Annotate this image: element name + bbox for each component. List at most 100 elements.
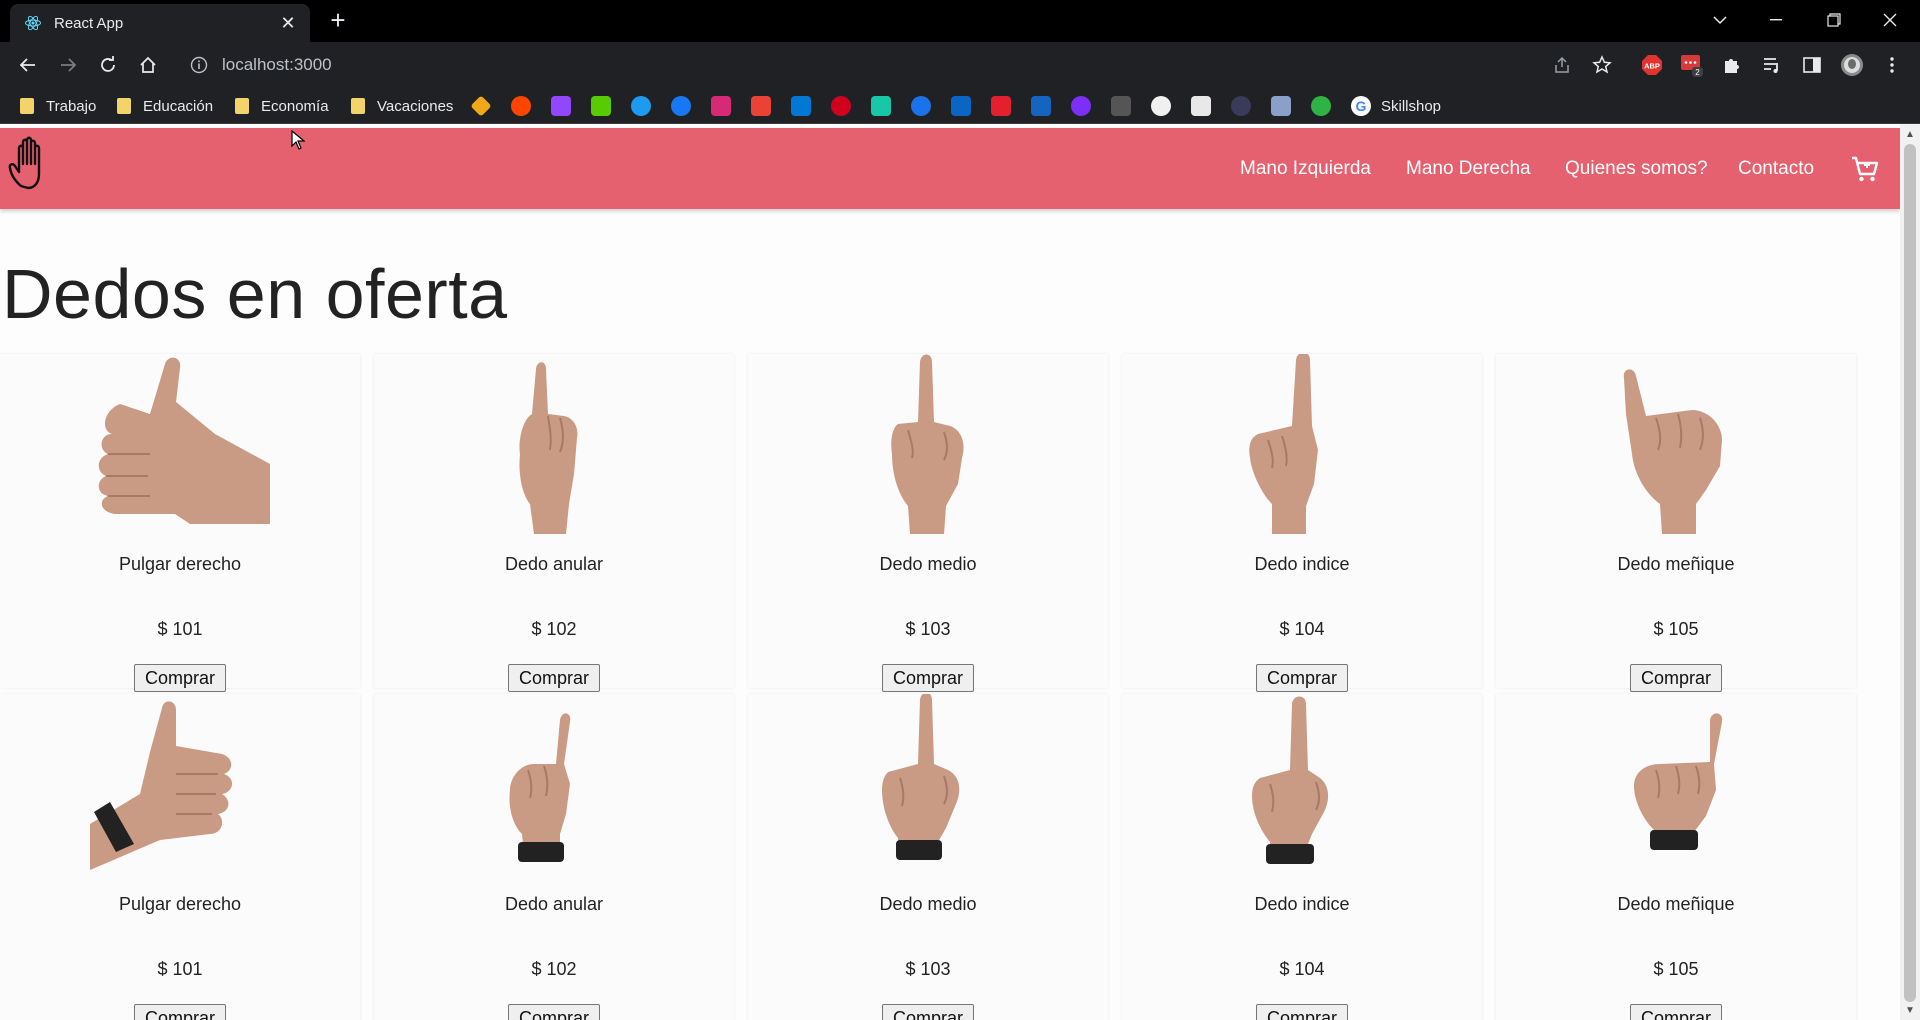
twitter-icon[interactable]: [631, 96, 651, 116]
duolingo-icon[interactable]: [591, 96, 611, 116]
browser-menu-icon[interactable]: [1880, 53, 1904, 77]
nav-quienes-somos[interactable]: Quienes somos?: [1565, 158, 1708, 180]
google-icon: G: [1351, 96, 1371, 116]
ring-finger-hand-icon: [519, 362, 578, 534]
svg-text:ABP: ABP: [1644, 62, 1660, 71]
mouse-cursor-icon: [291, 130, 305, 150]
bookmark-folder-economia[interactable]: Economía: [235, 95, 329, 117]
product-card: Dedo medio $ 103 Comprar: [748, 694, 1108, 1020]
extensions-puzzle-icon[interactable]: [1720, 53, 1744, 77]
bookmark-site-icon[interactable]: [911, 96, 931, 116]
restore-button[interactable]: [1806, 0, 1862, 40]
media-queue-icon[interactable]: [1760, 53, 1784, 77]
middle-finger-hand-icon: [891, 354, 964, 534]
scrollbar-thumb[interactable]: [1904, 144, 1916, 1002]
site-info-icon[interactable]: [188, 54, 210, 76]
comprar-button[interactable]: Comprar: [134, 664, 226, 692]
cart-icon[interactable]: [1850, 154, 1880, 184]
scroll-up-arrow-icon[interactable]: ▲: [1902, 128, 1918, 142]
forward-icon[interactable]: [54, 51, 82, 79]
address-bar[interactable]: localhost:3000: [178, 48, 1638, 82]
adblock-extension-icon[interactable]: ABP: [1640, 53, 1664, 77]
product-card: Pulgar derecho $ 101 Comprar: [0, 694, 360, 1020]
page-viewport: Mano Izquierda Mano Derecha Quienes somo…: [0, 124, 1900, 1020]
comprar-button[interactable]: Comprar: [1256, 664, 1348, 692]
comprar-button[interactable]: Comprar: [1630, 664, 1722, 692]
bookmark-site-icon[interactable]: [1271, 96, 1291, 116]
bookmark-star-icon[interactable]: [1590, 53, 1614, 77]
bookmark-label: Economía: [261, 97, 329, 115]
side-panel-icon[interactable]: [1800, 53, 1824, 77]
bookmark-site-icon[interactable]: [1311, 96, 1331, 116]
notes-extension-icon[interactable]: 2: [1680, 53, 1704, 77]
comprar-button[interactable]: Comprar: [882, 1004, 974, 1020]
reddit-icon[interactable]: [511, 96, 531, 116]
folder-icon: [235, 98, 249, 114]
comprar-button[interactable]: Comprar: [1256, 1004, 1348, 1020]
bookmark-site-icon[interactable]: [871, 96, 891, 116]
product-card: Dedo meñique $ 105 Comprar: [1496, 694, 1856, 1020]
instagram-icon[interactable]: [711, 96, 731, 116]
index-finger-hand-watch-icon: [1252, 696, 1329, 864]
close-window-button[interactable]: [1862, 0, 1918, 40]
product-price: $ 104: [1279, 959, 1325, 979]
url-text: localhost:3000: [222, 55, 332, 74]
outlook-icon[interactable]: [791, 96, 811, 116]
bookmark-site-icon[interactable]: [991, 96, 1011, 116]
product-name: Dedo meñique: [1617, 554, 1735, 574]
facebook-icon[interactable]: [671, 96, 691, 116]
scroll-down-arrow-icon[interactable]: ▼: [1902, 1004, 1918, 1018]
tab-title: React App: [54, 14, 124, 32]
bookmark-site-icon[interactable]: [1191, 96, 1211, 116]
comprar-button[interactable]: Comprar: [1630, 1004, 1722, 1020]
share-icon[interactable]: [1550, 53, 1574, 77]
thumb-up-hand-icon: [98, 357, 270, 524]
react-logo-icon: [24, 14, 42, 32]
comprar-button[interactable]: Comprar: [508, 664, 600, 692]
folder-icon: [117, 98, 131, 114]
product-card: Dedo indice $ 104 Comprar: [1122, 354, 1482, 692]
new-tab-button[interactable]: +: [324, 6, 352, 34]
twitch-icon[interactable]: [551, 96, 571, 116]
reload-icon[interactable]: [94, 51, 122, 79]
product-card: Dedo anular $ 102 Comprar: [374, 694, 734, 1020]
product-name: Dedo medio: [879, 894, 977, 914]
bookmark-site-icon[interactable]: [1231, 96, 1251, 116]
gmail-icon[interactable]: [751, 96, 771, 116]
bookmark-folder-vacaciones[interactable]: Vacaciones: [351, 95, 453, 117]
product-name: Dedo anular: [504, 554, 604, 574]
linkedin-icon[interactable]: [951, 96, 971, 116]
bookmark-folder-educacion[interactable]: Educación: [117, 95, 213, 117]
product-name: Pulgar derecho: [118, 554, 242, 574]
product-card: Dedo medio $ 103 Comprar: [748, 354, 1108, 692]
comprar-button[interactable]: Comprar: [134, 1004, 226, 1020]
profile-avatar[interactable]: [1840, 53, 1864, 77]
comprar-button[interactable]: Comprar: [508, 1004, 600, 1020]
nav-mano-izquierda[interactable]: Mano Izquierda: [1240, 158, 1371, 180]
github-icon[interactable]: [1151, 96, 1171, 116]
bookmark-skillshop[interactable]: G Skillshop: [1351, 95, 1441, 117]
close-tab-icon[interactable]: ✕: [278, 13, 298, 34]
comprar-button[interactable]: Comprar: [882, 664, 974, 692]
bookmark-folder-trabajo[interactable]: Trabajo: [20, 95, 96, 117]
product-name: Dedo anular: [504, 894, 604, 914]
minimize-button[interactable]: [1748, 0, 1804, 40]
product-price: $ 102: [531, 959, 577, 979]
nav-contacto[interactable]: Contacto: [1738, 158, 1814, 180]
bookmark-label: Educación: [143, 97, 214, 115]
home-icon[interactable]: [134, 51, 162, 79]
tab-search-chevron-icon[interactable]: [1692, 0, 1748, 40]
nav-mano-derecha[interactable]: Mano Derecha: [1406, 158, 1531, 180]
bookmark-site-icon[interactable]: [831, 96, 851, 116]
browser-toolbar: localhost:3000 ABP 2: [0, 42, 1920, 88]
bookmark-site-icon[interactable]: [1111, 96, 1131, 116]
index-finger-hand-icon: [1249, 354, 1318, 534]
bookmark-site-icon[interactable]: [1031, 96, 1051, 116]
back-icon[interactable]: [14, 51, 42, 79]
folder-icon: [351, 98, 365, 114]
hand-logo-icon[interactable]: [8, 136, 58, 196]
bookmark-site-icon[interactable]: [1071, 96, 1091, 116]
browser-tab[interactable]: React App ✕: [10, 4, 310, 42]
bookmark-label: Skillshop: [1381, 97, 1442, 115]
browser-tab-bar: React App ✕ +: [0, 0, 1920, 42]
